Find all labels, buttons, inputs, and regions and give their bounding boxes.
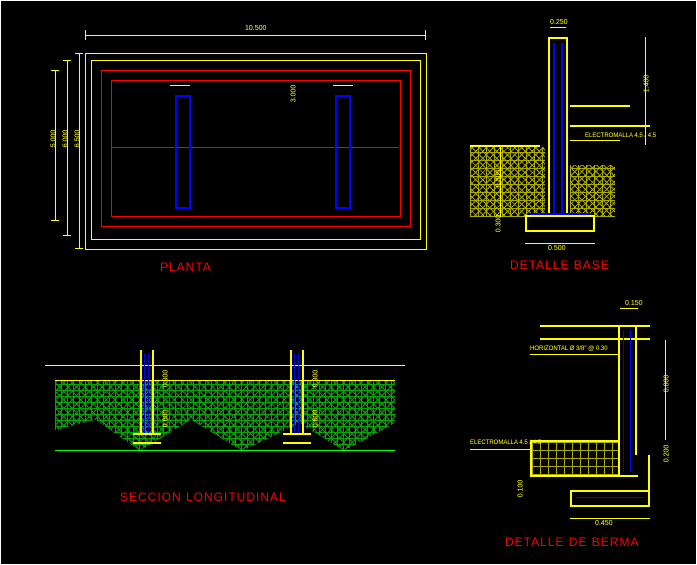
base-title: DETALLE BASE [510, 258, 610, 272]
dim-sec-h4: 0.600 [312, 410, 319, 428]
dim-berma-h1: 0.800 [663, 375, 670, 393]
label-electromalla2: ELECTROMALLA 4.5 / 4.5 [470, 440, 541, 446]
dim-sec-h1: 0.900 [162, 370, 169, 388]
berma-title: DETALLE DE BERMA [505, 535, 639, 549]
planta-view: 10.500 5.000 6.000 6.500 3.000 [55, 25, 435, 275]
dim-planta-left2: 6.000 [62, 130, 69, 148]
dim-sec-h2: 0.600 [162, 410, 169, 428]
label-horizontal: HORIZONTAL Ø 3/8" @ 0.30 [530, 346, 608, 352]
planta-title: PLANTA [160, 260, 212, 274]
label-electromalla: ELECTROMALLA 4.5 / 4.5 [585, 133, 656, 139]
seccion-view: 0.900 0.600 0.900 0.600 [45, 345, 405, 505]
dim-base-side: 0.300 [495, 170, 502, 188]
dim-berma-top: 0.150 [625, 300, 643, 307]
dim-berma-b: 0.450 [595, 520, 613, 527]
dim-planta-left3: 6.500 [74, 130, 81, 148]
dim-planta-inner: 3.000 [290, 85, 297, 103]
dim-berma-h3: 0.100 [517, 480, 524, 498]
dim-berma-h2: 0.200 [663, 445, 670, 463]
dim-base-right: 1.400 [643, 75, 650, 93]
base-view: 0.250 1.400 0.300 0.300 0.500 ELECTROMAL… [470, 25, 680, 255]
berma-view: 0.150 HORIZONTAL Ø 3/8" @ 0.30 ELECTROMA… [470, 300, 680, 535]
dim-base-side2: 0.300 [495, 215, 502, 233]
seccion-title: SECCION LONGITUDINAL [120, 490, 287, 504]
dim-planta-top: 10.500 [245, 25, 266, 32]
dim-base-bottom: 0.500 [548, 245, 566, 252]
dim-base-top: 0.250 [550, 19, 568, 26]
dim-planta-left1: 5.000 [50, 130, 57, 148]
dim-sec-h3: 0.900 [312, 370, 319, 388]
